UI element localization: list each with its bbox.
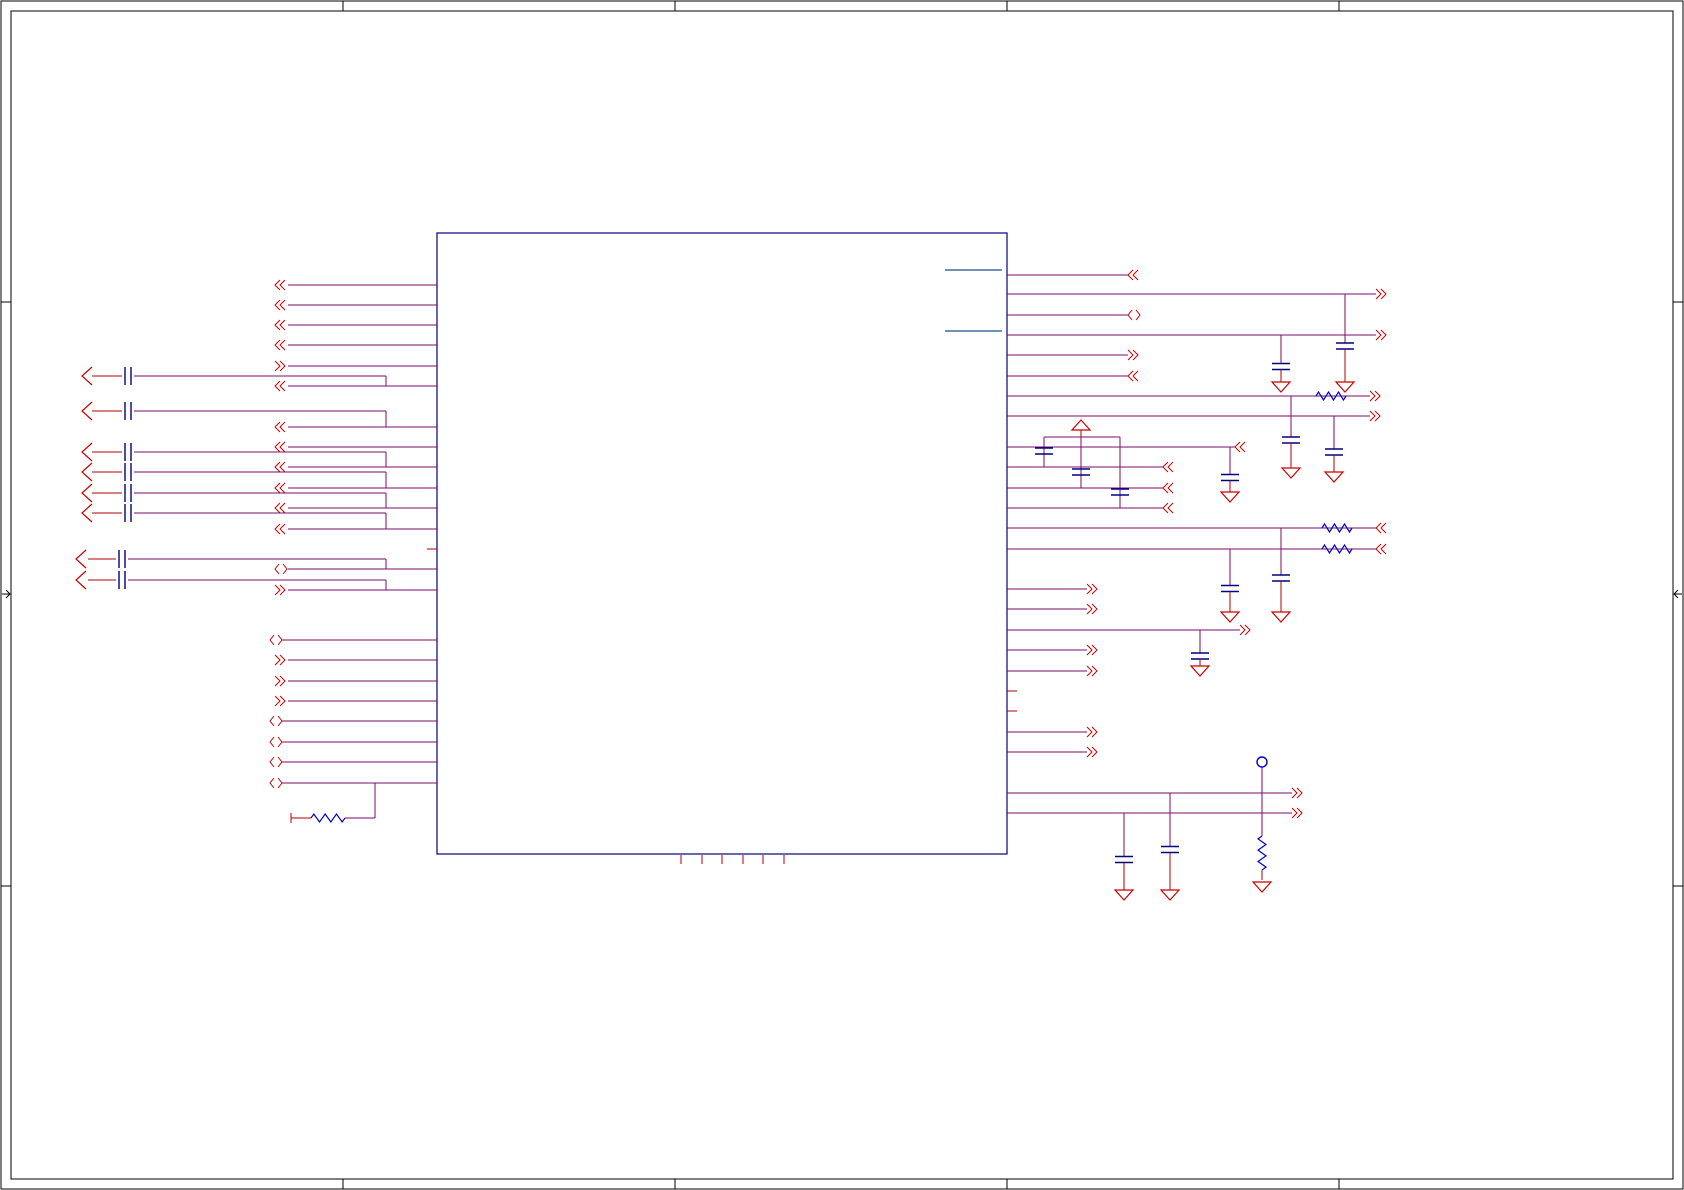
offpage-connector-icon	[269, 634, 283, 646]
capacitor-icon	[124, 504, 132, 522]
capacitor-icon	[118, 550, 126, 568]
offpage-connector-icon	[1162, 502, 1174, 514]
offpage-connector-icon	[1127, 349, 1139, 361]
offpage-connector-icon	[1086, 583, 1098, 595]
offpage-connector-icon	[75, 570, 87, 590]
offpage-connector-icon	[1086, 665, 1098, 677]
right-pin-wires	[1007, 274, 1376, 814]
capacitor-icon	[1325, 448, 1343, 456]
offpage-connector-icon	[1291, 807, 1303, 819]
left-pin-wires	[282, 284, 437, 784]
resistor-icon	[1256, 835, 1268, 871]
ground-symbol-icon	[1270, 611, 1292, 623]
offpage-connector-icon	[1234, 441, 1246, 453]
capacitor-icon	[118, 571, 126, 589]
offpage-connector-icon	[1162, 461, 1174, 473]
offpage-connector-icon	[274, 279, 286, 291]
capacitor-icon	[1221, 473, 1239, 482]
ground-symbol-icon	[1270, 381, 1292, 393]
offpage-connector-icon	[1127, 309, 1141, 321]
offpage-connector-icon	[274, 380, 286, 392]
capacitor-icon	[1336, 342, 1354, 350]
offpage-connector-icon	[274, 360, 286, 372]
offpage-connector-icon	[274, 502, 286, 514]
offpage-connector-icon	[81, 442, 93, 462]
capacitor-icon	[1161, 845, 1179, 854]
capacitor-icon	[1191, 652, 1209, 660]
offpage-connector-icon	[274, 482, 286, 494]
offpage-connector-icon	[1086, 644, 1098, 656]
ground-symbol-icon	[1219, 611, 1241, 623]
ground-symbol-icon	[1323, 471, 1345, 483]
resistor-icon	[1321, 543, 1353, 555]
right-offpage-ports	[1086, 269, 1387, 819]
offpage-connector-icon	[274, 339, 286, 351]
offpage-connector-icon	[274, 421, 286, 433]
resistor-icon	[1321, 522, 1353, 534]
drawing-frame	[0, 0, 1684, 1190]
left-offpage-ports	[269, 279, 288, 789]
offpage-connector-icon	[1086, 726, 1098, 738]
offpage-connector-icon	[274, 299, 286, 311]
ground-symbol-icon	[1334, 381, 1356, 393]
ground-symbol-icon	[1251, 881, 1273, 893]
offpage-connector-icon	[274, 523, 286, 535]
offpage-connector-icon	[81, 366, 93, 386]
offpage-connector-icon	[1162, 482, 1174, 494]
main-ic	[427, 232, 1017, 864]
capacitor-icon	[1272, 362, 1290, 371]
offpage-connector-icon	[81, 401, 93, 421]
right-decoupling-network	[1035, 294, 1356, 901]
offpage-connector-icon	[269, 756, 283, 768]
capacitor-icon	[124, 402, 132, 420]
offpage-connector-icon	[1086, 746, 1098, 758]
offpage-connector-icon	[1239, 624, 1251, 636]
offpage-connector-icon	[274, 584, 286, 596]
capacitor-icon	[124, 367, 132, 385]
offpage-connector-icon	[1369, 410, 1381, 422]
offpage-connector-icon	[274, 441, 286, 453]
offpage-connector-icon	[274, 675, 286, 687]
schematic-canvas	[0, 0, 1684, 1190]
power-symbol-icon	[1070, 419, 1092, 431]
offpage-connector-icon	[274, 654, 286, 666]
offpage-connector-icon	[274, 461, 286, 473]
offpage-connector-icon	[1375, 543, 1387, 555]
ground-symbol-icon	[1113, 889, 1135, 901]
offpage-connector-icon	[75, 549, 87, 569]
ground-symbol-icon	[1219, 491, 1241, 503]
offpage-connector-icon	[269, 715, 283, 727]
offpage-connector-icon	[81, 462, 93, 482]
offpage-connector-icon	[274, 695, 286, 707]
capacitor-icon	[1221, 584, 1239, 593]
schematic-sheet	[0, 0, 1684, 1190]
resistor-icon	[1315, 390, 1347, 402]
offpage-connector-icon	[269, 736, 283, 748]
ground-symbol-icon	[1159, 889, 1181, 901]
test-point-icon	[1256, 756, 1268, 768]
offpage-connector-icon	[1375, 329, 1387, 341]
capacitor-icon	[124, 443, 132, 461]
left-ac-coupling-network	[75, 366, 387, 824]
offpage-connector-icon	[1127, 370, 1139, 382]
offpage-connector-icon	[81, 483, 93, 503]
offpage-connector-icon	[1375, 288, 1387, 300]
resistor-icon	[310, 812, 346, 824]
capacitor-icon	[1282, 436, 1300, 444]
ground-symbol-icon	[1189, 665, 1211, 677]
offpage-connector-icon	[274, 563, 288, 575]
offpage-connector-icon	[274, 319, 286, 331]
offpage-connector-icon	[81, 503, 93, 523]
offpage-connector-icon	[269, 777, 283, 789]
offpage-connector-icon	[1369, 390, 1381, 402]
capacitor-icon	[124, 463, 132, 481]
capacitor-icon	[1272, 574, 1290, 582]
capacitor-icon	[1115, 855, 1133, 864]
offpage-connector-icon	[1291, 787, 1303, 799]
offpage-connector-icon	[1086, 603, 1098, 615]
capacitor-icon	[124, 484, 132, 502]
ground-symbol-icon	[1280, 467, 1302, 479]
offpage-connector-icon	[1127, 269, 1139, 281]
offpage-connector-icon	[1375, 522, 1387, 534]
